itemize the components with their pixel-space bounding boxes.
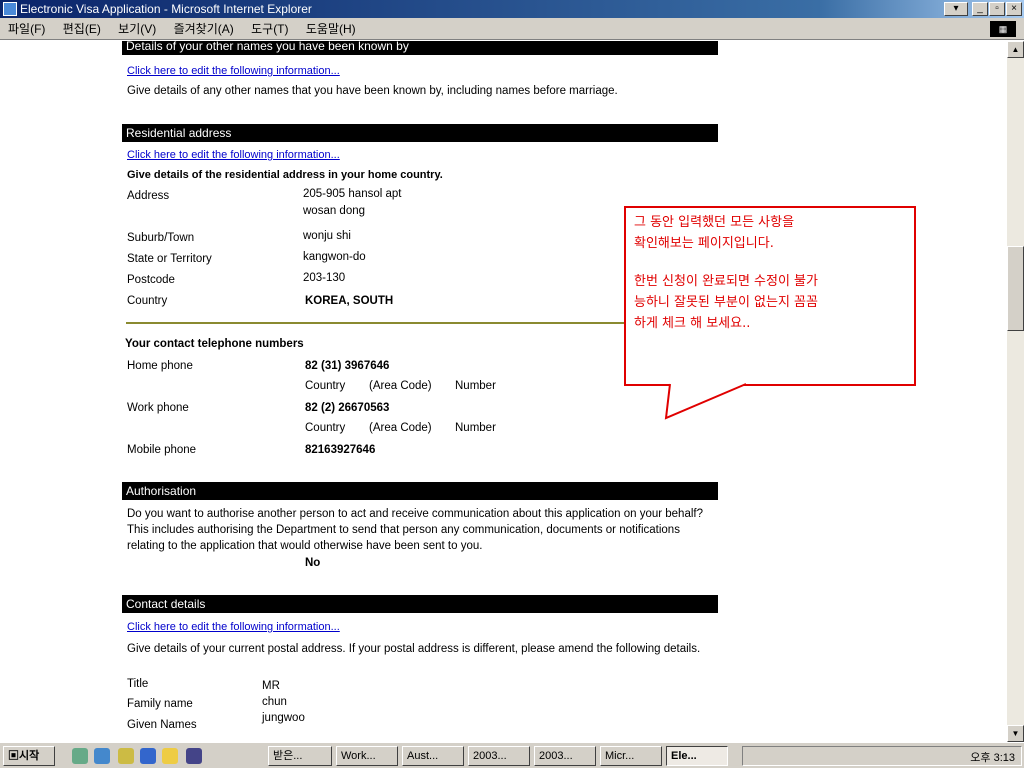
menu-help[interactable]: 도움말(H) bbox=[306, 22, 356, 36]
other-names-text: Give details of any other names that you… bbox=[127, 85, 618, 97]
mail-icon[interactable] bbox=[118, 748, 134, 764]
task-label: Work... bbox=[341, 750, 376, 762]
menu-favorites[interactable]: 즐겨찾기(A) bbox=[174, 22, 234, 36]
suburb-label: Suburb/Town bbox=[127, 232, 195, 244]
col-country: Country bbox=[305, 380, 346, 392]
callout-line: 확인해보는 페이지입니다. bbox=[634, 236, 774, 251]
links-button[interactable]: ▾ bbox=[944, 2, 968, 16]
col-number: Number bbox=[455, 422, 496, 434]
callout-line: 한번 신청이 완료되면 수정이 불가 bbox=[634, 274, 818, 289]
scroll-down-button[interactable]: ▼ bbox=[1007, 725, 1024, 742]
col-country: Country bbox=[305, 422, 346, 434]
taskbar: ▣시작 받은... Work... Aust... 2003... 2003..… bbox=[0, 742, 1024, 768]
maximize-button[interactable]: ▫ bbox=[989, 2, 1005, 16]
title-bar: Electronic Visa Application - Microsoft … bbox=[0, 0, 1024, 18]
minimize-button[interactable]: _ bbox=[972, 2, 988, 16]
ie-quicklaunch-icon[interactable] bbox=[140, 748, 156, 764]
menu-edit[interactable]: 편집(E) bbox=[63, 22, 101, 36]
ie-icon bbox=[3, 2, 17, 16]
task-button[interactable]: Micr... bbox=[600, 746, 662, 766]
section-header-contact: Contact details bbox=[122, 595, 718, 613]
postcode-value: 203-130 bbox=[303, 272, 346, 284]
address-line1: 205-905 hansol apt bbox=[303, 188, 402, 200]
task-button[interactable]: Aust... bbox=[402, 746, 464, 766]
task-label: 2003... bbox=[539, 750, 573, 762]
section-header-authorisation: Authorisation bbox=[122, 482, 718, 500]
start-label: 시작 bbox=[19, 750, 40, 762]
system-tray: 오후 3:13 bbox=[742, 746, 1022, 766]
mobile-phone-value: 82163927646 bbox=[305, 444, 376, 456]
title-value: MR bbox=[262, 680, 280, 692]
scroll-up-button[interactable]: ▲ bbox=[1007, 41, 1024, 58]
given-names-label: Given Names bbox=[127, 719, 197, 731]
menu-file[interactable]: 파일(F) bbox=[8, 22, 45, 36]
address-line2: wosan dong bbox=[303, 205, 366, 217]
col-area: (Area Code) bbox=[369, 422, 432, 434]
state-value: kangwon-do bbox=[303, 251, 366, 263]
divider bbox=[126, 322, 626, 324]
task-label: Micr... bbox=[605, 750, 635, 762]
windows-logo-icon: ▦ bbox=[990, 21, 1016, 37]
callout-line: 그 동안 입력했던 모든 사항을 bbox=[634, 215, 795, 230]
home-phone-value: 82 (31) 3967646 bbox=[305, 360, 390, 372]
given-names-value: jungwoo bbox=[262, 712, 305, 724]
mobile-phone-label: Mobile phone bbox=[127, 444, 197, 456]
task-button[interactable]: 2003... bbox=[534, 746, 596, 766]
task-label: 2003... bbox=[473, 750, 507, 762]
task-label: 받은... bbox=[273, 750, 303, 762]
section-header-other-names: Details of your other names you have bee… bbox=[122, 41, 718, 55]
suburb-value: wonju shi bbox=[303, 230, 351, 242]
task-label: Ele... bbox=[671, 750, 697, 762]
authorisation-answer: No bbox=[305, 557, 321, 569]
desktop-icon[interactable] bbox=[72, 748, 88, 764]
callout-tail bbox=[664, 383, 747, 420]
col-number: Number bbox=[455, 380, 496, 392]
task-button[interactable]: 받은... bbox=[268, 746, 332, 766]
outlook-icon[interactable] bbox=[94, 748, 110, 764]
work-phone-value: 82 (2) 26670563 bbox=[305, 402, 390, 414]
family-name-value: chun bbox=[262, 696, 287, 708]
residential-intro: Give details of the residential address … bbox=[127, 169, 443, 181]
col-area: (Area Code) bbox=[369, 380, 432, 392]
state-label: State or Territory bbox=[127, 253, 212, 265]
start-button[interactable]: ▣시작 bbox=[3, 746, 55, 766]
home-phone-label: Home phone bbox=[127, 360, 193, 372]
task-label: Aust... bbox=[407, 750, 439, 762]
callout-line: 능하니 잘못된 부분이 없는지 꼼꼼 bbox=[634, 295, 818, 310]
contact-text: Give details of your current postal addr… bbox=[127, 643, 701, 655]
task-button[interactable]: 2003... bbox=[468, 746, 530, 766]
annotation-callout: 그 동안 입력했던 모든 사항을 확인해보는 페이지입니다. 한번 신청이 완료… bbox=[624, 206, 916, 386]
folder-icon[interactable] bbox=[162, 748, 178, 764]
menu-view[interactable]: 보기(V) bbox=[118, 22, 156, 36]
menu-bar: 파일(F) 편집(E) 보기(V) 즐겨찾기(A) 도구(T) 도움말(H) ▦ bbox=[0, 18, 1024, 40]
postcode-label: Postcode bbox=[127, 274, 175, 286]
edit-contact-link[interactable]: Click here to edit the following informa… bbox=[127, 621, 340, 633]
address-label: Address bbox=[127, 190, 170, 202]
work-phone-label: Work phone bbox=[127, 402, 189, 414]
country-value: KOREA, SOUTH bbox=[305, 295, 394, 307]
edit-other-names-link[interactable]: Click here to edit the following informa… bbox=[127, 65, 340, 77]
page-content: Details of your other names you have bee… bbox=[0, 41, 1007, 742]
edit-residential-link[interactable]: Click here to edit the following informa… bbox=[127, 149, 340, 161]
vertical-scrollbar[interactable]: ▲ ▼ bbox=[1007, 41, 1024, 742]
phones-title: Your contact telephone numbers bbox=[125, 338, 304, 350]
close-button[interactable]: × bbox=[1006, 2, 1022, 16]
clock: 오후 3:13 bbox=[970, 752, 1015, 764]
title-label: Title bbox=[127, 678, 149, 690]
section-header-residential: Residential address bbox=[122, 124, 718, 142]
callout-line: 하게 체크 해 보세요.. bbox=[634, 316, 751, 331]
window-title: Electronic Visa Application - Microsoft … bbox=[20, 2, 312, 16]
family-name-label: Family name bbox=[127, 698, 193, 710]
task-button-active[interactable]: Ele... bbox=[666, 746, 728, 766]
menu-tools[interactable]: 도구(T) bbox=[251, 22, 288, 36]
authorisation-text: Do you want to authorise another person … bbox=[127, 508, 703, 552]
scroll-thumb[interactable] bbox=[1007, 246, 1024, 331]
country-label: Country bbox=[127, 295, 168, 307]
task-button[interactable]: Work... bbox=[336, 746, 398, 766]
app-icon[interactable] bbox=[186, 748, 202, 764]
